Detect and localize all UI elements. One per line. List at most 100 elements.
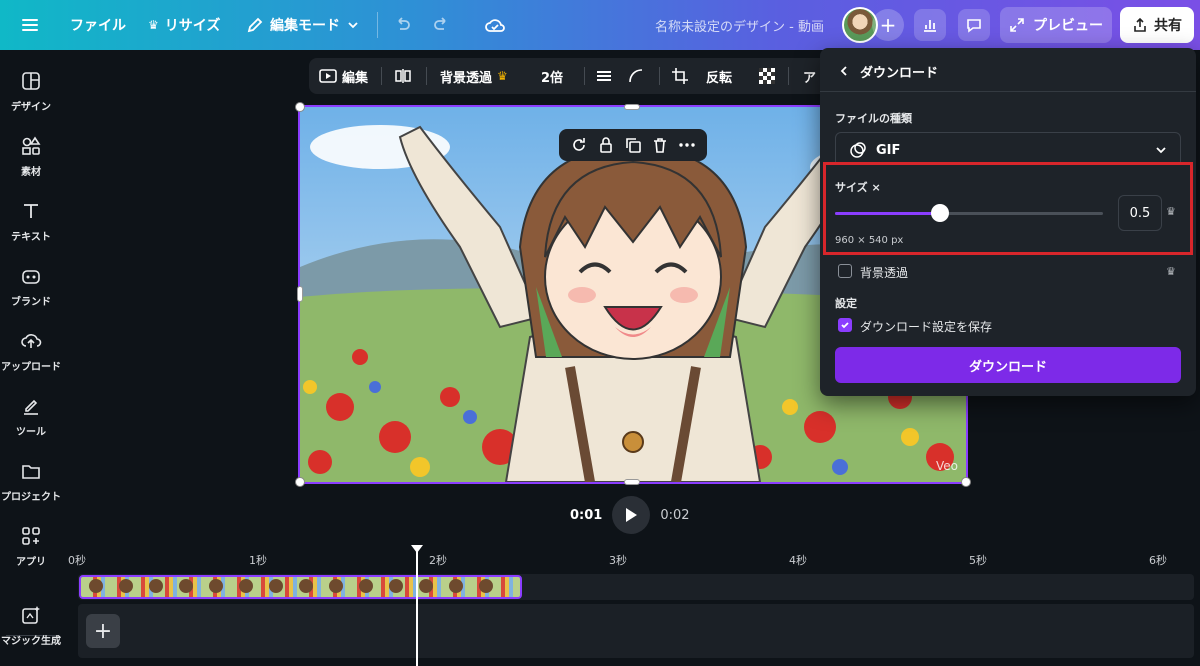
size-input[interactable]: 0.5 — [1118, 195, 1162, 231]
total-time: 0:02 — [660, 507, 690, 523]
sidebar-item-elements[interactable]: 素材 — [0, 135, 62, 178]
panel-title: ダウンロード — [860, 65, 939, 81]
spacing-button[interactable] — [595, 58, 613, 94]
share-button[interactable]: 共有 — [1120, 7, 1194, 43]
cloud-save-status[interactable] — [484, 0, 506, 50]
divider — [381, 67, 382, 85]
sidebar-item-label: ツール — [16, 427, 46, 438]
clip-thumbnail — [359, 579, 373, 593]
resize-handle[interactable] — [295, 102, 305, 112]
bg-remove-label: 背景透過 — [440, 70, 493, 86]
comment-icon — [967, 19, 981, 33]
crop-icon — [672, 68, 688, 84]
speed-label: 2倍 — [541, 70, 564, 86]
more-icon[interactable] — [678, 136, 696, 154]
sidebar-item-brand[interactable]: ブランド — [0, 265, 62, 308]
file-type-value: GIF — [876, 142, 901, 158]
sidebar-item-label: アプリ — [16, 557, 46, 568]
edit-mode-dropdown[interactable]: 編集モード — [246, 0, 360, 50]
clip-thumbnail — [299, 579, 313, 593]
download-button[interactable]: ダウンロード — [835, 347, 1181, 383]
expand-icon — [1010, 18, 1024, 32]
top-bar: ファイル ♛ リサイズ 編集モード 名称未設定のデザイン - 動画 + プレビュ… — [0, 0, 1200, 50]
share-icon — [1134, 17, 1146, 32]
trash-icon[interactable] — [651, 136, 669, 154]
insights-button[interactable] — [914, 9, 946, 41]
resize-button[interactable]: ♛ リサイズ — [148, 0, 220, 50]
sidebar-item-text[interactable]: テキスト — [0, 200, 62, 243]
playhead-handle[interactable] — [411, 545, 423, 553]
transparency-button[interactable] — [758, 58, 776, 94]
resize-handle[interactable] — [961, 477, 971, 487]
file-menu[interactable]: ファイル — [70, 0, 126, 50]
flip-button[interactable]: 反転 — [706, 58, 732, 94]
duplicate-icon[interactable] — [624, 136, 642, 154]
shapes-icon — [22, 136, 41, 155]
edit-label: 編集 — [342, 70, 369, 86]
add-collaborator-button[interactable]: + — [872, 9, 904, 41]
curve-icon — [629, 69, 643, 83]
size-slider-fill — [835, 212, 940, 215]
sidebar-item-magic[interactable]: マジック生成 — [0, 604, 62, 647]
bg-transparent-checkbox[interactable] — [838, 264, 852, 278]
divider — [584, 67, 585, 85]
magic-icon — [22, 606, 40, 624]
element-toolbar — [559, 129, 707, 161]
sidebar-item-tools[interactable]: ツール — [0, 395, 62, 438]
edit-video-button[interactable]: 編集 — [319, 58, 368, 94]
preview-button[interactable]: プレビュー — [1000, 7, 1112, 43]
add-page-button[interactable]: + — [86, 614, 120, 648]
split-button[interactable] — [394, 58, 412, 94]
file-menu-label: ファイル — [70, 18, 126, 34]
bg-remove-button[interactable]: 背景透過 ♛ — [440, 58, 508, 94]
divider — [820, 91, 1196, 92]
apps-icon — [22, 527, 40, 545]
menu-button[interactable] — [20, 0, 40, 50]
clip-thumbnail — [389, 579, 403, 593]
resize-handle[interactable] — [624, 104, 640, 110]
clip-thumbnail — [149, 579, 163, 593]
playhead[interactable] — [416, 548, 418, 666]
redo-icon — [434, 17, 446, 30]
bg-transparent-label: 背景透過 — [860, 266, 909, 280]
flip-label: 反転 — [706, 70, 733, 86]
animate-button[interactable]: ア — [803, 58, 816, 94]
download-panel-header[interactable]: ダウンロード — [838, 60, 938, 82]
sidebar-item-label: ブランド — [11, 297, 51, 308]
document-title[interactable]: 名称未設定のデザイン - 動画 — [655, 0, 824, 50]
size-label: サイズ × — [835, 181, 881, 194]
rotate-icon[interactable] — [570, 136, 588, 154]
watermark-text: Veo — [936, 459, 958, 473]
document-title-text: 名称未設定のデザイン - 動画 — [655, 19, 824, 35]
playback-controls: 0:01 0:02 — [570, 496, 700, 534]
redo-button[interactable] — [432, 0, 452, 50]
play-button[interactable] — [612, 496, 651, 534]
sidebar-item-label: プロジェクト — [1, 492, 61, 503]
sidebar: デザイン 素材 テキスト ブランド アップロード ツール プロジェクト アプリ … — [0, 50, 62, 666]
speed-button[interactable]: 2倍 — [541, 58, 563, 94]
sidebar-item-design[interactable]: デザイン — [0, 70, 62, 113]
chevron-left-icon[interactable] — [838, 65, 850, 77]
tick-label: 2秒 — [429, 554, 447, 567]
download-panel: ダウンロード ファイルの種類 GIF サイズ × 0.5 ♛ 960 × 540… — [820, 48, 1196, 396]
undo-button[interactable] — [392, 0, 412, 50]
lock-icon[interactable] — [597, 136, 615, 154]
comments-button[interactable] — [958, 9, 990, 41]
cloud-check-icon — [485, 19, 505, 32]
resize-handle[interactable] — [624, 479, 640, 485]
size-slider-knob[interactable] — [930, 204, 949, 222]
sidebar-item-label: マジック生成 — [1, 636, 61, 647]
divider — [659, 67, 660, 85]
sidebar-item-apps[interactable]: アプリ — [0, 525, 62, 568]
video-clip[interactable] — [79, 575, 522, 599]
resize-handle[interactable] — [295, 477, 305, 487]
crop-button[interactable] — [671, 58, 689, 94]
save-settings-checkbox[interactable] — [838, 318, 852, 332]
sidebar-item-projects[interactable]: プロジェクト — [0, 460, 62, 503]
resize-handle[interactable] — [297, 286, 303, 302]
corner-button[interactable] — [627, 58, 645, 94]
sidebar-item-label: 素材 — [21, 167, 41, 178]
clip-thumbnail — [269, 579, 283, 593]
sidebar-item-upload[interactable]: アップロード — [0, 330, 62, 373]
checker-icon — [759, 68, 775, 84]
